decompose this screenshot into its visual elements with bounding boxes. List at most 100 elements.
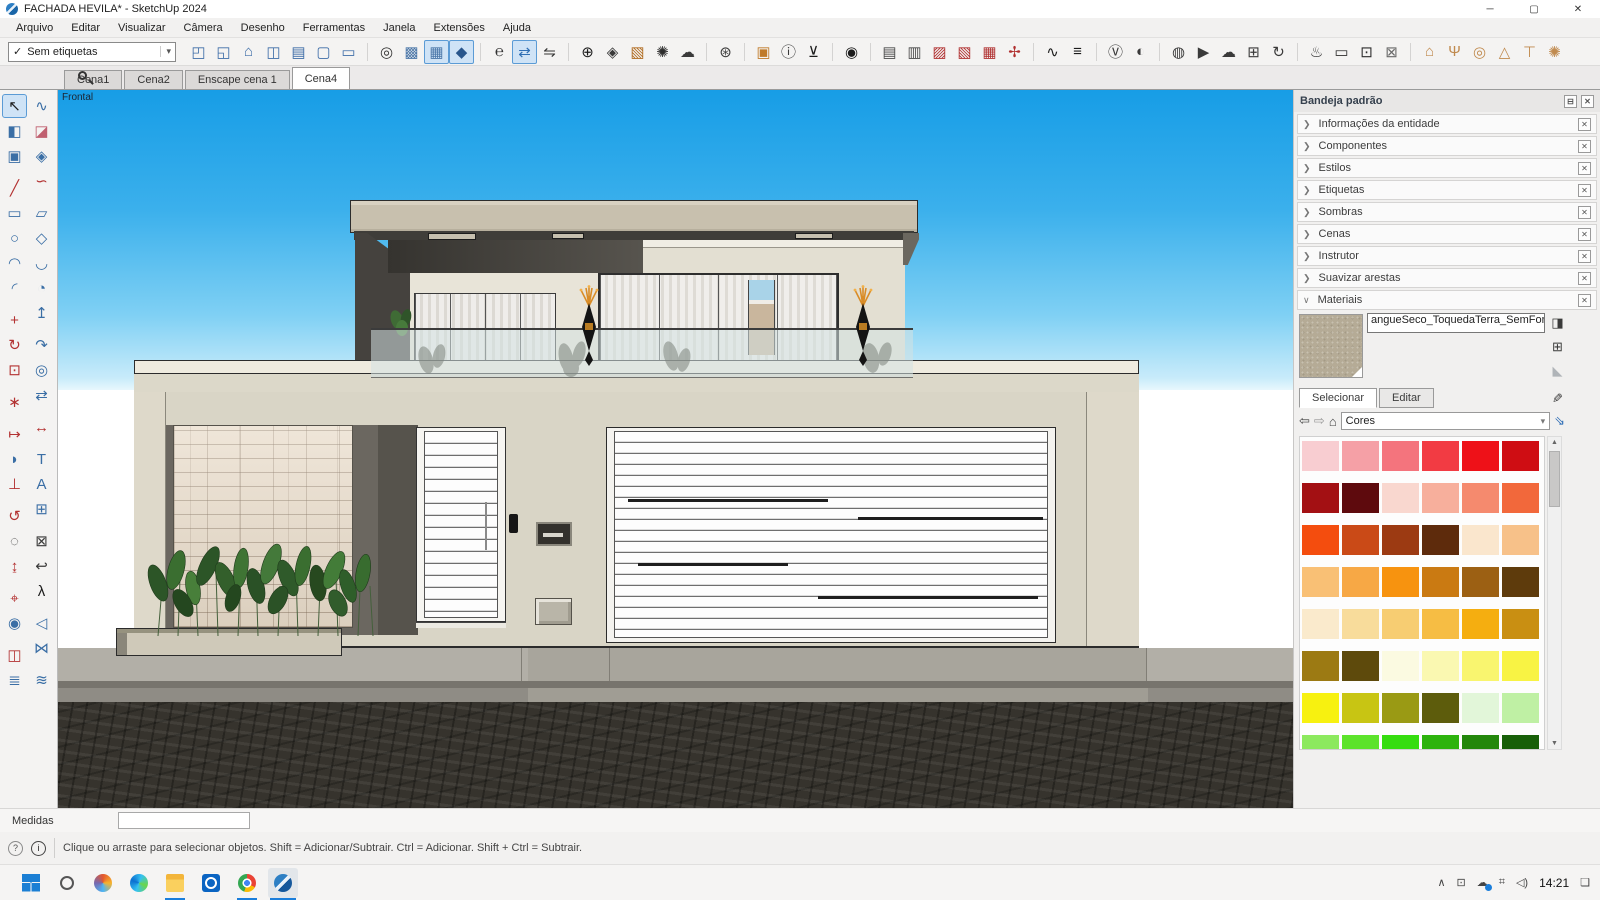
enscape-sync-icon[interactable]: ⇄	[512, 40, 537, 64]
section-close-button[interactable]: ✕	[1578, 162, 1591, 175]
vray-logo-icon[interactable]: Ⓥ	[1103, 40, 1128, 64]
vray-frame-chat-icon[interactable]: ▣	[751, 40, 776, 64]
color-swatch[interactable]	[1342, 483, 1379, 513]
tool-offset[interactable]: ◎	[29, 358, 54, 382]
tool-soften-edges[interactable]: ∗	[2, 390, 27, 414]
scene-window-icon[interactable]: ▭	[1329, 40, 1354, 64]
tablet-mode-icon[interactable]: ⊡	[1457, 876, 1466, 889]
style-shaded-icon[interactable]: ▦	[424, 40, 449, 64]
section-instructor[interactable]: ❯ Instrutor ✕	[1297, 246, 1597, 266]
enscape-logo-icon[interactable]: ℮	[487, 40, 512, 64]
color-swatch[interactable]	[1302, 651, 1339, 681]
taskbar-search-button[interactable]	[52, 868, 82, 898]
tool-look[interactable]: ◁	[29, 611, 54, 635]
tool-lasso[interactable]: ∿	[29, 94, 54, 118]
color-swatch[interactable]	[1382, 609, 1419, 639]
color-swatch[interactable]	[1462, 651, 1499, 681]
section-shadows[interactable]: ❯ Sombras ✕	[1297, 202, 1597, 222]
tool-3d-text[interactable]: A	[29, 472, 54, 496]
color-swatch[interactable]	[1422, 525, 1459, 555]
tool-follow-me[interactable]: ↷	[29, 333, 54, 357]
enscape-pin-icon[interactable]: ⊤	[1517, 40, 1542, 64]
info-icon[interactable]: i	[31, 841, 46, 856]
tab-cena4[interactable]: Cena4	[292, 67, 350, 89]
tool-tag[interactable]: ◈	[29, 144, 54, 168]
menu-ferramentas[interactable]: Ferramentas	[295, 20, 373, 36]
vray-refresh-icon[interactable]: ↻	[1266, 40, 1291, 64]
color-swatch[interactable]	[1342, 693, 1379, 723]
tool-scale[interactable]: ⊡	[2, 358, 27, 382]
color-swatch[interactable]	[1342, 441, 1379, 471]
menu-visualizar[interactable]: Visualizar	[110, 20, 174, 36]
tray-close-button[interactable]: ✕	[1581, 95, 1594, 108]
tool-protractor[interactable]: ◗	[2, 447, 27, 471]
taskbar-outlook[interactable]	[196, 868, 226, 898]
tool-pie[interactable]: ◔	[29, 276, 54, 300]
color-swatch[interactable]	[1302, 567, 1339, 597]
style-monochrome-icon[interactable]: ◆	[449, 40, 474, 64]
color-swatch[interactable]	[1382, 735, 1419, 750]
color-swatch[interactable]	[1502, 735, 1539, 750]
section-close-button[interactable]: ✕	[1578, 228, 1591, 241]
color-swatch[interactable]	[1462, 483, 1499, 513]
view-top-icon[interactable]: ▢	[311, 40, 336, 64]
view-right-icon[interactable]: ◫	[261, 40, 286, 64]
color-swatch[interactable]	[1462, 441, 1499, 471]
color-swatch[interactable]	[1462, 693, 1499, 723]
vray-render-play-icon[interactable]: ▶	[1191, 40, 1216, 64]
menu-janela[interactable]: Janela	[375, 20, 423, 36]
color-swatch[interactable]	[1462, 609, 1499, 639]
color-swatch[interactable]	[1462, 567, 1499, 597]
enscape-flag-icon[interactable]: △	[1492, 40, 1517, 64]
color-swatch[interactable]	[1382, 441, 1419, 471]
color-swatch[interactable]	[1302, 609, 1339, 639]
menu-ajuda[interactable]: Ajuda	[495, 20, 539, 36]
section-scenes[interactable]: ❯ Cenas ✕	[1297, 224, 1597, 244]
menu-desenho[interactable]: Desenho	[233, 20, 293, 36]
section-entity-info[interactable]: ❯ Informações da entidade ✕	[1297, 114, 1597, 134]
onedrive-icon[interactable]: ☁	[1477, 876, 1488, 889]
color-swatch[interactable]	[1422, 483, 1459, 513]
color-swatch[interactable]	[1382, 525, 1419, 555]
tool-axes[interactable]: ⊥	[2, 472, 27, 496]
tool-2pt-arc[interactable]: ◡	[29, 251, 54, 275]
tool-section-fill[interactable]: ⋈	[29, 636, 54, 660]
in-model-button[interactable]: ⇘	[1554, 413, 1565, 429]
material-name-input[interactable]: angueSeco_ToquedaTerra_SemForm_sl	[1367, 313, 1545, 333]
tool-walk[interactable]: λ	[29, 579, 54, 603]
tool-zoom[interactable]: ◌	[2, 529, 27, 553]
color-swatch[interactable]	[1502, 441, 1539, 471]
color-swatch[interactable]	[1502, 609, 1539, 639]
vray-palette-icon[interactable]: ◐	[1128, 40, 1153, 64]
tool-pan[interactable]: ⊞	[29, 497, 54, 521]
section-close-button[interactable]: ✕	[1578, 206, 1591, 219]
section-close-button[interactable]: ✕	[1578, 118, 1591, 131]
vray-info-icon[interactable]: ⓘ	[776, 40, 801, 64]
tool-tape-measure[interactable]: ↦	[2, 422, 27, 446]
maximize-button[interactable]: ▢	[1512, 0, 1556, 18]
color-swatch[interactable]	[1302, 441, 1339, 471]
scrollbar-thumb[interactable]	[1549, 451, 1560, 507]
tray-pin-button[interactable]: ⊟	[1564, 95, 1577, 108]
tool-push-pull[interactable]: ↥	[29, 301, 54, 325]
create-material-button[interactable]: ⊞	[1549, 338, 1566, 355]
menu-camera[interactable]: Câmera	[176, 20, 231, 36]
section-close-button[interactable]: ✕	[1578, 184, 1591, 197]
curve-tool-icon[interactable]: ∿	[1040, 40, 1065, 64]
color-swatch[interactable]	[1382, 651, 1419, 681]
clock[interactable]: 14:21	[1539, 876, 1569, 890]
texture-swap-icon[interactable]: ▦	[977, 40, 1002, 64]
tool-previous-view[interactable]: ↩	[29, 554, 54, 578]
texture-move-icon[interactable]: ✢	[1002, 40, 1027, 64]
tab-cena2[interactable]: Cena2	[124, 70, 182, 89]
color-swatch[interactable]	[1422, 441, 1459, 471]
texture-import-icon[interactable]: ▨	[927, 40, 952, 64]
eyedropper-icon[interactable]: ✎	[1548, 393, 1564, 404]
section-materials[interactable]: ∨ Materiais ✕	[1297, 290, 1597, 310]
enscape-camera-sync-icon[interactable]: ⇋	[537, 40, 562, 64]
color-swatch[interactable]	[1502, 567, 1539, 597]
back-arrow-icon[interactable]: ⇦	[1299, 413, 1310, 429]
color-swatch[interactable]	[1382, 567, 1419, 597]
tool-rotated-rectangle[interactable]: ▱	[29, 201, 54, 225]
lock-icon[interactable]: ⊠	[1379, 40, 1404, 64]
